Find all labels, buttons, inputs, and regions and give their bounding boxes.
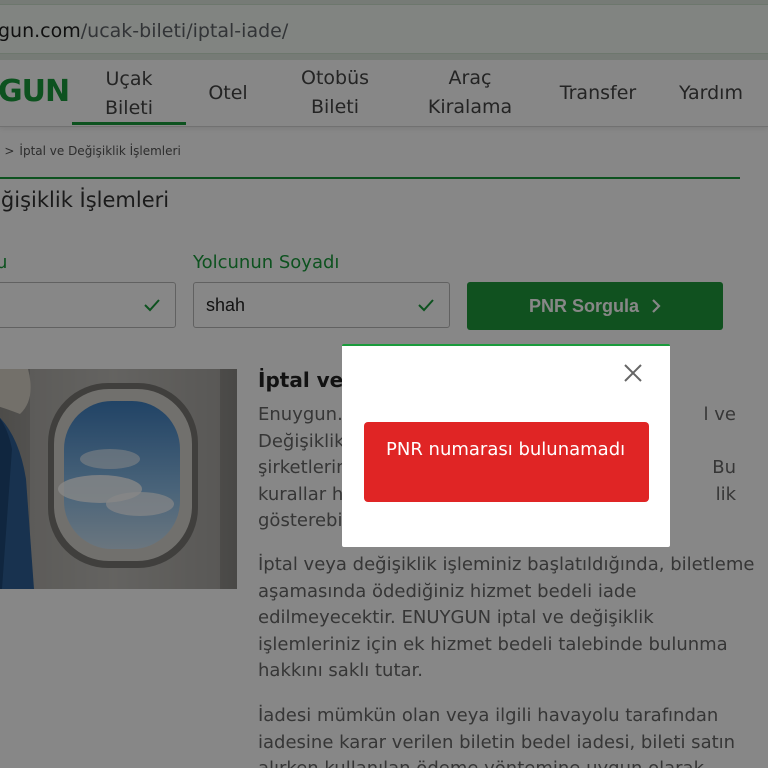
error-modal: PNR numarası bulunamadı	[342, 344, 670, 547]
close-icon[interactable]	[622, 362, 644, 384]
error-alert: PNR numarası bulunamadı	[364, 422, 649, 502]
